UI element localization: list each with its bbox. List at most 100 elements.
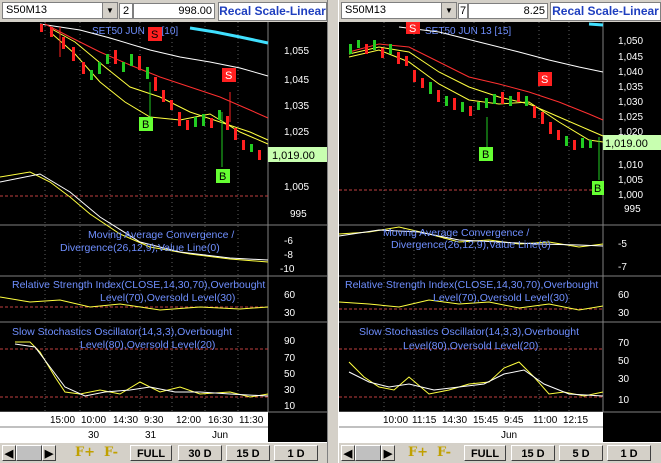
left-price-tick: 1,035	[284, 101, 309, 112]
left-buy-label-2: B	[219, 171, 226, 183]
left-rsi-tick: 30	[284, 308, 296, 319]
left-full-button[interactable]: FULL	[130, 445, 172, 461]
left-price-tick: 1,055	[284, 46, 309, 57]
left-time-label: 10:00	[81, 415, 106, 426]
right-toolbar: S50M13 ▼ 7 8.25 Recal Scale-Linear	[339, 0, 661, 22]
left-1d-button[interactable]: 1 D	[274, 445, 318, 461]
right-rsi-tick: 60	[618, 290, 630, 301]
left-chart-title: SET50 JUN 13 [10]	[92, 26, 178, 37]
left-price-tick: 1,045	[284, 75, 309, 86]
left-value-field[interactable]: 998.00	[133, 3, 215, 19]
right-rsi-title: Relative Strength Index(CLOSE,14,30,70),…	[345, 279, 598, 291]
left-time-label: 11:30	[239, 415, 264, 426]
right-price-tick: 1,040	[618, 67, 643, 78]
left-time-label: 16:30	[208, 415, 233, 426]
left-15d-button[interactable]: 15 D	[226, 445, 270, 461]
left-date-label: 31	[145, 430, 157, 441]
right-time-label: 9:45	[504, 415, 524, 426]
chevron-down-icon[interactable]: ▼	[102, 3, 117, 18]
right-price-tick: 1,000	[618, 190, 643, 201]
left-time-label: 14:30	[113, 415, 138, 426]
window-divider[interactable]	[327, 0, 339, 463]
right-macd-title: Moving Average Convergence /	[383, 227, 529, 239]
left-price-tick: 995	[290, 209, 307, 220]
right-price-tick: 1,005	[618, 175, 643, 186]
right-date-label: Jun	[501, 430, 517, 441]
chevron-down-icon[interactable]: ▼	[441, 3, 456, 18]
right-price-badge-text: 1,019.00	[605, 138, 648, 150]
left-chart-area[interactable]: SET50 JUN 13 [10] S S B B 1,055 1,045 1,…	[0, 22, 327, 443]
right-price-tick: 1,030	[618, 97, 643, 108]
left-stoch-title: Slow Stochastics Oscillator(14,3,3),Over…	[12, 326, 232, 338]
left-sell-label-1: S	[151, 29, 158, 41]
left-toolbar: S50M13 ▼ 2 998.00 Recal Scale-Linear	[0, 0, 327, 22]
right-stoch-tick: 10	[618, 395, 630, 406]
right-chart-window: S50M13 ▼ 7 8.25 Recal Scale-Linear SET50…	[339, 0, 661, 463]
right-full-button[interactable]: FULL	[464, 445, 506, 461]
right-rsi-title-2: Level(70),Oversold Level(30)	[433, 292, 568, 304]
left-date-label: 30	[88, 430, 100, 441]
left-time-label: 15:00	[50, 415, 75, 426]
left-stoch-tick: 30	[284, 385, 296, 396]
right-value-field[interactable]: 8.25	[468, 3, 548, 19]
right-chart-area[interactable]: SET50 JUN 13 [15] S S B B 1,050 1,045 1,…	[339, 22, 661, 443]
left-bottom-toolbar: ◀ ▶ F+ F- FULL 30 D 15 D 1 D	[0, 442, 327, 463]
left-macd-tick: -10	[280, 264, 295, 275]
right-1d-button[interactable]: 1 D	[607, 445, 651, 461]
left-symbol-combobox[interactable]: S50M13 ▼	[2, 2, 118, 19]
right-price-tick: 1,025	[618, 112, 643, 123]
left-zoom-out-button[interactable]: F-	[98, 445, 124, 461]
left-price-tick: 1,025	[284, 127, 309, 138]
left-date-label: Jun	[212, 430, 228, 441]
left-clip-number: 2	[119, 3, 133, 19]
left-symbol-value: S50M13	[6, 4, 47, 16]
left-rsi-tick: 60	[284, 290, 296, 301]
right-price-tick: 1,035	[618, 82, 643, 93]
left-buy-label-1: B	[142, 119, 149, 131]
right-ma-cyan	[588, 22, 604, 27]
left-scrollbar-thumb[interactable]	[16, 445, 42, 461]
left-macd-tick: -6	[284, 236, 293, 247]
right-time-label: 11:00	[533, 415, 558, 426]
right-stoch-title-2: Level(80),Oversold Level(20)	[403, 340, 538, 352]
right-price-tick: 1,050	[618, 36, 643, 47]
scroll-right-icon[interactable]: ▶	[42, 445, 56, 461]
left-macd-title-2: Divergence(26,12,9),Value Line(0)	[60, 242, 220, 254]
right-sell-label-1: S	[409, 23, 416, 35]
right-time-label: 14:30	[442, 415, 467, 426]
right-buy-label-1: B	[482, 149, 489, 161]
right-stoch-tick: 30	[618, 374, 630, 385]
left-30d-button[interactable]: 30 D	[178, 445, 222, 461]
left-time-label: 12:00	[176, 415, 201, 426]
right-15d-button[interactable]: 15 D	[511, 445, 555, 461]
scroll-left-icon[interactable]: ◀	[2, 445, 16, 461]
right-time-label: 15:45	[473, 415, 498, 426]
left-rsi-title: Relative Strength Index(CLOSE,14,30,70),…	[12, 279, 265, 291]
left-recal-scale-button[interactable]: Recal Scale-Linear	[218, 2, 327, 21]
right-zoom-out-button[interactable]: F-	[431, 445, 457, 461]
right-macd-tick: -7	[618, 262, 627, 273]
right-price-tick: 1,010	[618, 160, 643, 171]
right-price-tick: 995	[624, 204, 641, 215]
right-symbol-value: S50M13	[345, 4, 386, 16]
right-macd-title-2: Divergence(26,12,9),Value Line(0)	[391, 239, 551, 251]
right-symbol-combobox[interactable]: S50M13 ▼	[341, 2, 457, 19]
right-scrollbar-thumb[interactable]	[355, 445, 381, 461]
right-recal-scale-button[interactable]: Recal Scale-Linear	[550, 2, 661, 21]
right-zoom-in-button[interactable]: F+	[405, 445, 431, 461]
right-sell-label-2: S	[541, 74, 548, 86]
right-time-label: 10:00	[383, 415, 408, 426]
scroll-right-icon[interactable]: ▶	[381, 445, 395, 461]
left-stoch-tick: 90	[284, 336, 296, 347]
right-price-tick: 1,045	[618, 52, 643, 63]
left-rsi-title-2: Level(70),Oversold Level(30)	[100, 292, 235, 304]
left-zoom-in-button[interactable]: F+	[72, 445, 98, 461]
right-time-label: 12:15	[563, 415, 588, 426]
scroll-left-icon[interactable]: ◀	[341, 445, 355, 461]
right-stoch-tick: 50	[618, 356, 630, 367]
right-buy-label-2: B	[594, 183, 601, 195]
left-stoch-tick: 50	[284, 369, 296, 380]
right-5d-button[interactable]: 5 D	[559, 445, 603, 461]
left-price-badge-text: 1,019.00	[272, 150, 315, 162]
right-clip-number: 7	[458, 3, 468, 19]
